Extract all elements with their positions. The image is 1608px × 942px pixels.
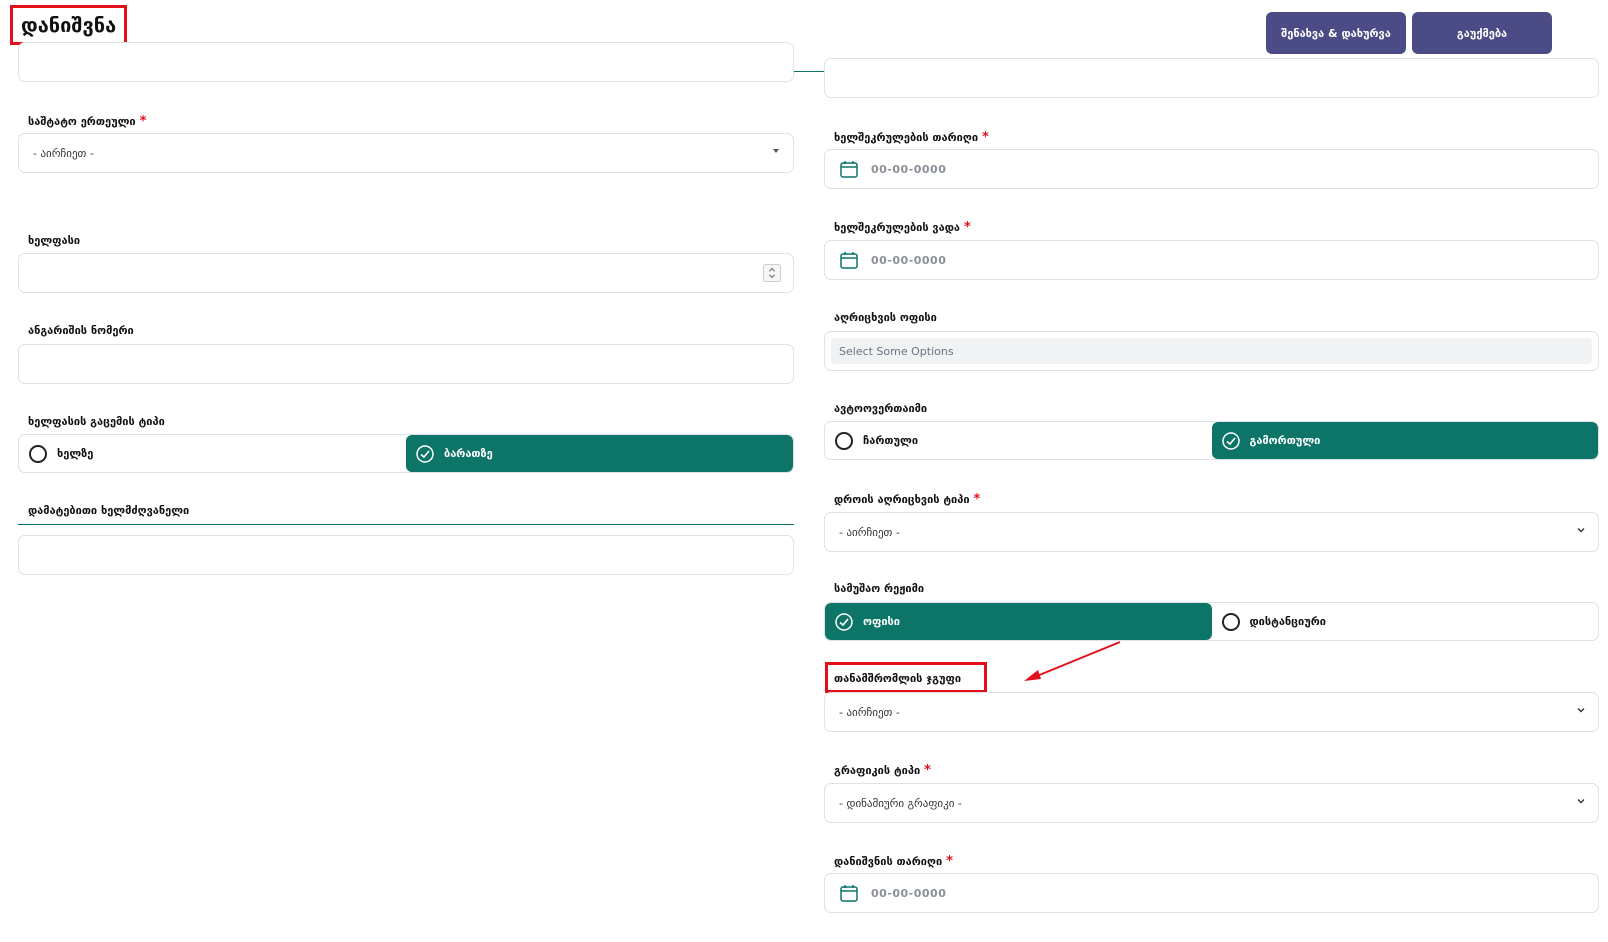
additional-manager-label: დამატებითი ხელმძღვანელი <box>28 504 189 517</box>
staff-unit-select[interactable]: - აირჩიეთ - <box>18 133 794 173</box>
employee-group-select[interactable]: - აირჩიეთ - <box>824 692 1599 732</box>
schedule-type-label-text: გრაფიკის ტიპი <box>834 764 921 777</box>
contract-date-input[interactable]: 00-00-0000 <box>824 149 1599 189</box>
cancel-button[interactable]: გაუქმება <box>1412 12 1552 54</box>
header-actions: შენახვა & დახურვა გაუქმება <box>1266 12 1552 54</box>
chevron-down-icon <box>1577 799 1585 804</box>
time-tracking-type-label-text: დროის აღრიცხვის ტიპი <box>834 493 970 506</box>
contract-term-input[interactable]: 00-00-0000 <box>824 240 1599 280</box>
chevron-down-icon <box>1577 708 1585 713</box>
contract-term-label: ხელშეკრულების ვადა * <box>834 220 971 235</box>
check-circle-icon <box>835 612 853 631</box>
appointment-date-label-text: დანიშვნის თარიღი <box>834 855 943 868</box>
calendar-icon <box>840 161 858 178</box>
work-mode-option-office[interactable]: ოფისი <box>825 603 1212 640</box>
registration-office-placeholder: Select Some Options <box>831 338 1592 364</box>
required-mark: * <box>982 130 989 145</box>
auto-checkin-option-off[interactable]: გამორთული <box>1211 422 1598 459</box>
partial-field-top-right[interactable] <box>824 58 1599 98</box>
salary-type-option-card-label: ბარათზე <box>444 447 493 460</box>
radio-empty-icon <box>835 431 853 450</box>
work-mode-option-remote[interactable]: დისტანციური <box>1212 603 1599 640</box>
appointment-date-input[interactable]: 00-00-0000 <box>824 873 1599 913</box>
schedule-type-value: - დინამიური გრაფიკი - <box>839 796 962 810</box>
auto-checkin-radio-group: ჩართული გამორთული <box>824 421 1599 460</box>
contract-term-placeholder: 00-00-0000 <box>871 253 947 267</box>
check-circle-icon <box>416 444 434 463</box>
page-title-text: დანიშვნა <box>21 13 117 37</box>
salary-input[interactable] <box>18 253 794 293</box>
required-mark: * <box>139 114 147 129</box>
additional-manager-label-text: დამატებითი ხელმძღვანელი <box>28 504 190 517</box>
schedule-type-select[interactable]: - დინამიური გრაფიკი - <box>824 783 1599 823</box>
partial-field-top[interactable] <box>18 42 794 82</box>
required-mark: * <box>946 854 953 869</box>
radio-empty-icon <box>1221 612 1240 631</box>
auto-checkin-label: ავტოოვერთაიმი <box>834 402 927 415</box>
staff-unit-label: საშტატო ერთეული * <box>28 114 146 129</box>
caret-down-icon <box>773 149 779 153</box>
work-mode-radio-group: ოფისი დისტანციური <box>824 602 1599 641</box>
appointment-date-placeholder: 00-00-0000 <box>871 886 947 900</box>
employee-group-label-text: თანამშრომლის ჯგუფი <box>834 672 962 685</box>
check-circle-icon <box>1221 431 1240 450</box>
salary-type-label-text: ხელფასის გაცემის ტიპი <box>28 415 165 428</box>
required-mark: * <box>924 763 931 778</box>
radio-empty-icon <box>29 444 47 463</box>
staff-unit-label-text: საშტატო ერთეული <box>28 115 136 128</box>
employee-group-label: თანამშრომლის ჯგუფი <box>834 672 961 685</box>
registration-office-label: აღრიცხვის ოფისი <box>834 311 937 324</box>
calendar-icon <box>840 885 858 902</box>
section-divider <box>18 524 794 525</box>
auto-checkin-option-on-label: ჩართული <box>863 434 919 447</box>
work-mode-option-remote-label: დისტანციური <box>1249 615 1326 628</box>
account-number-label-text: ანგარიშის ნომერი <box>28 324 134 337</box>
work-mode-option-office-label: ოფისი <box>863 615 900 628</box>
save-close-button[interactable]: შენახვა & დახურვა <box>1266 12 1406 54</box>
account-number-label: ანგარიშის ნომერი <box>28 324 134 337</box>
time-tracking-type-select[interactable]: - აირჩიეთ - <box>824 512 1599 552</box>
registration-office-label-text: აღრიცხვის ოფისი <box>834 311 937 324</box>
auto-checkin-option-on[interactable]: ჩართული <box>825 422 1212 459</box>
calendar-icon <box>840 252 858 269</box>
auto-checkin-label-text: ავტოოვერთაიმი <box>834 402 928 415</box>
auto-checkin-option-off-label: გამორთული <box>1249 434 1321 447</box>
time-tracking-type-label: დროის აღრიცხვის ტიპი * <box>834 492 980 507</box>
number-spinner-icon[interactable] <box>763 264 781 282</box>
account-number-input[interactable] <box>18 344 794 384</box>
contract-date-label-text: ხელშეკრულების თარიღი <box>834 131 979 144</box>
work-mode-label: სამუშაო რეჟიმი <box>834 582 924 595</box>
schedule-type-label: გრაფიკის ტიპი * <box>834 763 931 778</box>
salary-type-radio-group: ხელზე ბარათზე <box>18 434 794 473</box>
appointment-date-label: დანიშვნის თარიღი * <box>834 854 953 869</box>
time-tracking-type-value: - აირჩიეთ - <box>839 525 900 539</box>
salary-type-label: ხელფასის გაცემის ტიპი <box>28 415 165 428</box>
salary-type-option-card[interactable]: ბარათზე <box>406 435 793 472</box>
salary-type-option-cash-label: ხელზე <box>57 447 94 460</box>
contract-term-label-text: ხელშეკრულების ვადა <box>834 221 960 234</box>
additional-manager-input[interactable] <box>18 535 794 575</box>
required-mark: * <box>973 492 981 507</box>
work-mode-label-text: სამუშაო რეჟიმი <box>834 582 925 595</box>
salary-label: ხელფასი <box>28 234 80 247</box>
salary-label-text: ხელფასი <box>28 234 81 247</box>
page-title: დანიშვნა <box>10 5 128 45</box>
contract-date-label: ხელშეკრულების თარიღი * <box>834 130 989 145</box>
staff-unit-value: - აირჩიეთ - <box>33 146 94 160</box>
annotation-arrow-icon <box>1024 641 1121 681</box>
chevron-down-icon <box>1577 528 1585 533</box>
salary-type-option-cash[interactable]: ხელზე <box>19 435 406 472</box>
contract-date-placeholder: 00-00-0000 <box>871 162 947 176</box>
registration-office-multiselect[interactable]: Select Some Options <box>824 331 1599 371</box>
employee-group-value: - აირჩიეთ - <box>839 705 900 719</box>
required-mark: * <box>963 220 971 235</box>
